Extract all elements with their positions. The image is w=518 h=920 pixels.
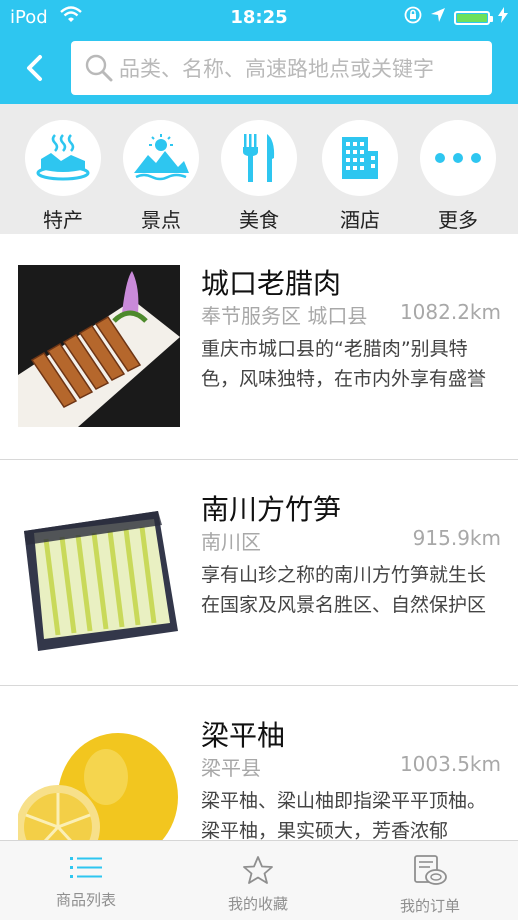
list-icon — [70, 857, 102, 878]
category-label: 特产 — [43, 208, 83, 232]
location-arrow-icon — [430, 7, 446, 28]
product-title: 梁平柚 — [201, 719, 286, 752]
list-item[interactable]: 南川方竹笋 南川区 915.9km 享有山珍之称的南川方竹笋就生长在国家及风景名… — [0, 460, 518, 686]
rotation-lock-icon — [404, 6, 422, 29]
chevron-left-icon — [27, 55, 42, 81]
more-icon — [420, 120, 496, 196]
category-hotel[interactable]: 酒店 — [322, 120, 398, 233]
product-location: 南川区 — [201, 530, 261, 554]
category-label: 景点 — [141, 208, 181, 232]
tab-orders[interactable]: 我的订单 — [344, 855, 516, 916]
product-meta: 梁平县 1003.5km — [201, 752, 501, 781]
search-field[interactable]: 品类、名称、高速路地点或关键字 — [71, 41, 492, 95]
tab-bar: 商品列表 我的收藏 我的订单 — [0, 840, 518, 920]
category-label: 更多 — [438, 208, 478, 232]
order-icon — [414, 855, 447, 885]
battery-icon — [454, 10, 493, 25]
tab-label: 我的收藏 — [227, 895, 288, 913]
fork-knife-icon — [221, 120, 297, 196]
category-more[interactable]: 更多 — [420, 120, 496, 233]
product-meta: 南川区 915.9km — [201, 526, 501, 555]
back-button[interactable] — [18, 50, 50, 86]
tab-label: 我的订单 — [399, 897, 460, 915]
category-food[interactable]: 美食 — [221, 120, 297, 233]
tab-favorites[interactable]: 我的收藏 — [172, 855, 344, 914]
product-distance: 915.9km — [412, 526, 501, 550]
product-image — [18, 491, 180, 653]
product-image — [18, 717, 180, 840]
hotel-icon — [322, 120, 398, 196]
status-bar: iPod 18:25 — [0, 0, 518, 34]
product-title: 南川方竹笋 — [201, 493, 342, 526]
status-indicators — [404, 6, 508, 29]
category-scenery[interactable]: 景点 — [123, 120, 199, 233]
tab-label: 商品列表 — [55, 891, 116, 909]
product-meta: 奉节服务区 城口县 1082.2km — [201, 300, 501, 329]
category-specialty[interactable]: 特产 — [25, 120, 101, 233]
product-distance: 1082.2km — [399, 300, 501, 324]
product-image — [18, 265, 180, 427]
category-label: 美食 — [239, 208, 279, 232]
charging-icon — [498, 7, 508, 28]
specialty-icon — [25, 120, 101, 196]
product-location: 奉节服务区 城口县 — [201, 304, 368, 328]
search-input[interactable]: 品类、名称、高速路地点或关键字 — [119, 53, 434, 83]
list-item[interactable]: 梁平柚 梁平县 1003.5km 梁平柚、梁山柚即指梁平平顶柚。梁平柚，果实硕大… — [0, 686, 518, 840]
product-description: 梁平柚、梁山柚即指梁平平顶柚。梁平柚，果实硕大，芳香浓郁 — [201, 790, 487, 840]
category-label: 酒店 — [340, 208, 380, 232]
product-distance: 1003.5km — [399, 752, 501, 776]
product-location: 梁平县 — [201, 756, 261, 780]
category-bar: 特产 景点 美食 酒店 更多 — [0, 104, 518, 234]
top-header: iPod 18:25 品类、名称、高速路地点或关键字 — [0, 0, 518, 104]
product-title: 城口老腊肉 — [201, 267, 342, 300]
product-description: 享有山珍之称的南川方竹笋就生长在国家及风景名胜区、自然保护区 — [201, 564, 487, 616]
search-icon — [85, 54, 113, 82]
tab-product-list[interactable]: 商品列表 — [0, 855, 172, 910]
scenery-icon — [123, 120, 199, 196]
product-description: 重庆市城口县的“老腊肉”别具特色，风味独特，在市内外享有盛誉 — [201, 338, 487, 390]
list-item[interactable]: 城口老腊肉 奉节服务区 城口县 1082.2km 重庆市城口县的“老腊肉”别具特… — [0, 234, 518, 460]
product-list[interactable]: 城口老腊肉 奉节服务区 城口县 1082.2km 重庆市城口县的“老腊肉”别具特… — [0, 234, 518, 840]
star-icon — [243, 856, 273, 884]
